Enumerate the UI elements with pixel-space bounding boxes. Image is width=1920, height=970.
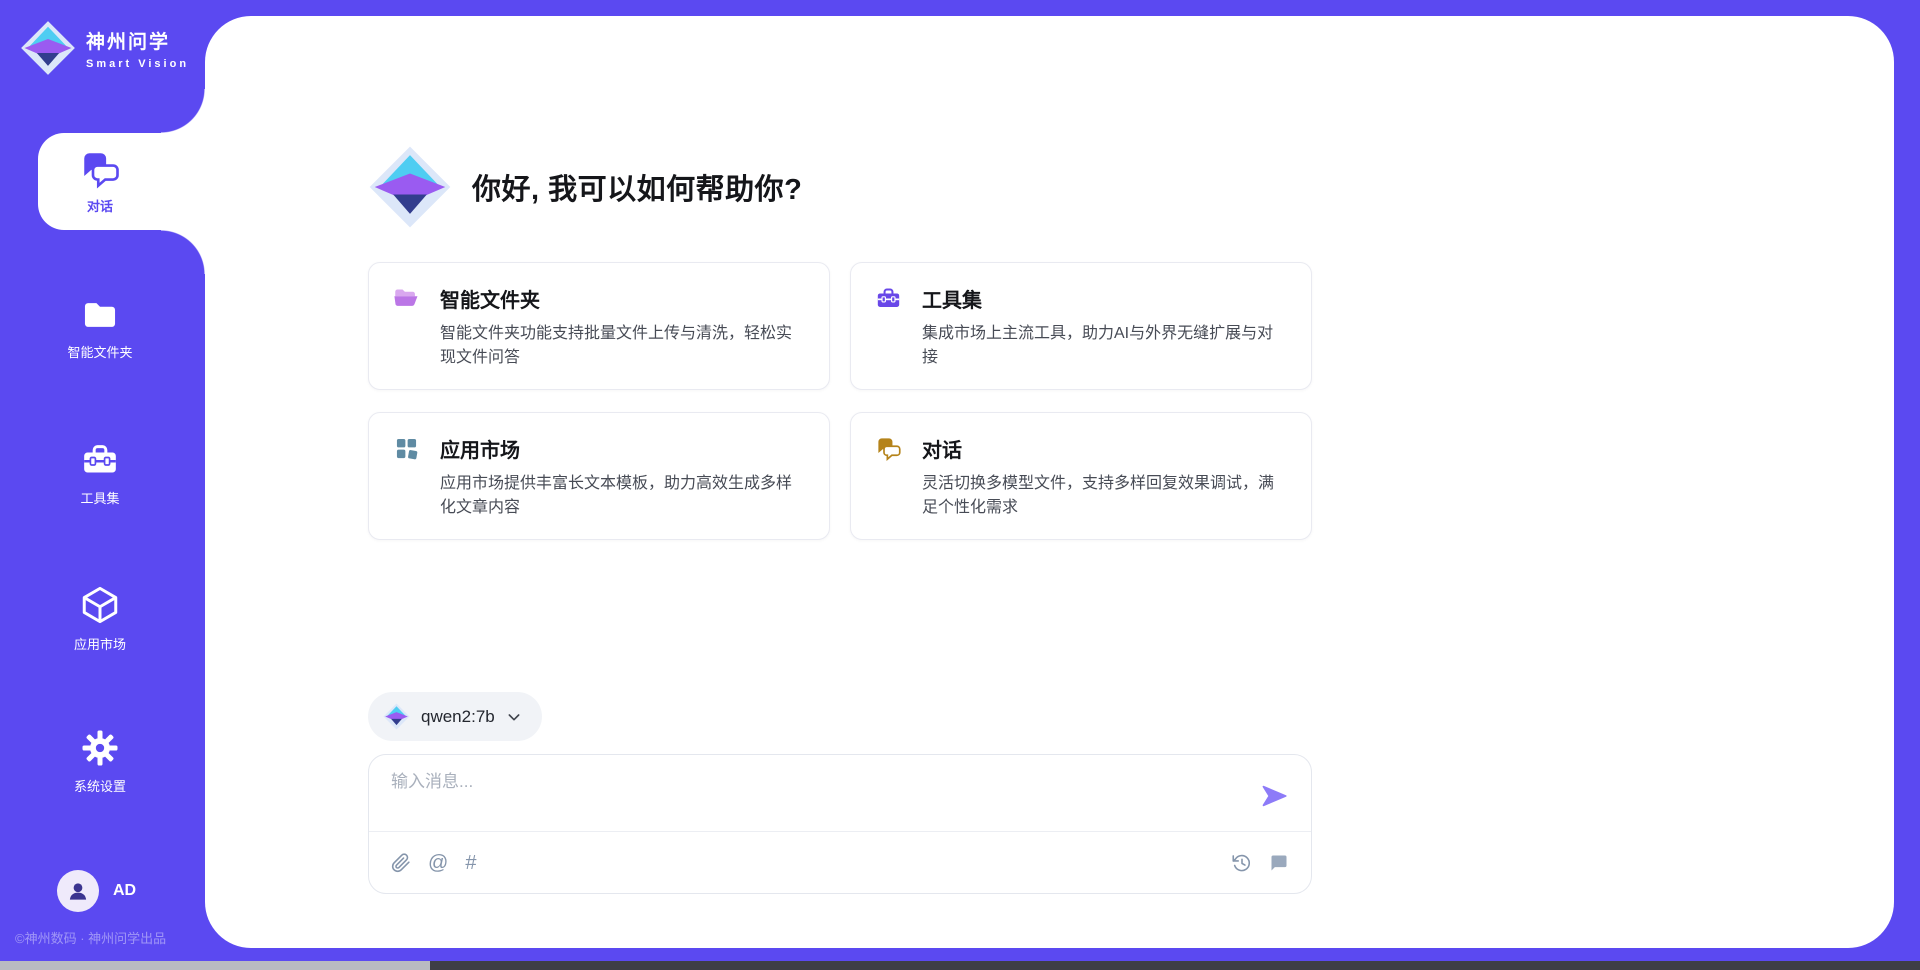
folder-open-icon (393, 285, 420, 312)
history-button[interactable] (1232, 853, 1252, 873)
send-button[interactable] (1259, 782, 1289, 812)
at-icon[interactable]: @ (428, 853, 448, 873)
paperclip-icon (391, 853, 411, 873)
brand-text: 神州问学 Smart Vision (86, 27, 189, 70)
sidebar: 神州问学 Smart Vision 对话 智能文件夹 (0, 0, 205, 970)
send-arrow-icon (1260, 782, 1288, 810)
card-head: 对话 (875, 434, 1287, 463)
folder-icon (80, 296, 120, 334)
composer-tools-left: @ # (391, 853, 476, 873)
history-icon (1232, 853, 1252, 873)
active-tab-fillet-bottom (161, 230, 205, 274)
feature-cards: 智能文件夹 智能文件夹功能支持批量文件上传与清洗，轻松实现文件问答 工具集 集成… (368, 262, 1312, 540)
message-input[interactable] (391, 772, 1211, 792)
card-head: 工具集 (875, 284, 1287, 313)
horizontal-scrollbar[interactable] (0, 961, 1920, 970)
sidebar-item-label: 智能文件夹 (67, 342, 132, 361)
sidebar-item-label: 应用市场 (74, 634, 126, 653)
card-title: 智能文件夹 (440, 284, 540, 313)
active-tab-fillet-top (161, 89, 205, 133)
brand-subtitle: Smart Vision (86, 58, 189, 70)
brand-logo-icon (20, 20, 76, 76)
card-title: 应用市场 (440, 434, 520, 463)
sidebar-item-chat[interactable]: 对话 (38, 133, 205, 230)
model-name: qwen2:7b (421, 707, 495, 727)
gem-diamond-icon (383, 703, 410, 730)
card-head: 智能文件夹 (393, 284, 805, 313)
card-description: 集成市场上主流工具，助力AI与外界无缝扩展与对接 (922, 322, 1287, 370)
greeting-text: 你好, 我可以如何帮助你? (472, 166, 802, 208)
person-icon (65, 878, 91, 904)
gear-icon (80, 728, 120, 768)
brand-name: 神州问学 (86, 27, 189, 54)
scrollbar-thumb[interactable] (0, 961, 430, 970)
chevron-down-icon (506, 709, 522, 725)
assistant-logo-icon (368, 145, 452, 229)
sidebar-item-label: 对话 (87, 196, 113, 215)
brand: 神州问学 Smart Vision (20, 20, 189, 76)
content-column: 你好, 我可以如何帮助你? 智能文件夹 智能文件夹功能支持批量文件上传与清洗，轻… (368, 0, 1312, 932)
feature-card-chat[interactable]: 对话 灵活切换多模型文件，支持多样回复效果调试，满足个性化需求 (850, 412, 1312, 540)
card-description: 应用市场提供丰富长文本模板，助力高效生成多样化文章内容 (440, 472, 805, 520)
sidebar-item-settings[interactable]: 系统设置 (35, 728, 165, 795)
chat-bubbles-icon (79, 148, 121, 190)
hash-icon[interactable]: # (465, 853, 476, 873)
briefcase-icon (80, 440, 120, 480)
sidebar-item-smart-folder[interactable]: 智能文件夹 (35, 296, 165, 361)
feedback-button[interactable] (1269, 853, 1289, 873)
sidebar-item-label: 系统设置 (74, 776, 126, 795)
app-window: 神州问学 Smart Vision 对话 智能文件夹 (0, 0, 1920, 970)
comment-icon (1269, 853, 1289, 873)
card-title: 工具集 (922, 284, 982, 313)
briefcase-icon (875, 285, 902, 312)
attach-button[interactable] (391, 853, 411, 873)
chat-bubbles-icon (875, 435, 902, 462)
composer-toolbar: @ # (391, 832, 1289, 894)
model-selector[interactable]: qwen2:7b (368, 692, 542, 741)
card-head: 应用市场 (393, 434, 805, 463)
feature-card-app-market[interactable]: 应用市场 应用市场提供丰富长文本模板，助力高效生成多样化文章内容 (368, 412, 830, 540)
feature-card-toolset[interactable]: 工具集 集成市场上主流工具，助力AI与外界无缝扩展与对接 (850, 262, 1312, 390)
greeting: 你好, 我可以如何帮助你? (368, 145, 802, 229)
card-title: 对话 (922, 434, 962, 463)
cube-icon (79, 584, 121, 626)
card-description: 灵活切换多模型文件，支持多样回复效果调试，满足个性化需求 (922, 472, 1287, 520)
avatar (57, 870, 99, 912)
grid-squares-icon (393, 435, 420, 462)
composer-tools-right (1232, 853, 1289, 873)
user-profile[interactable]: AD (57, 870, 136, 912)
sidebar-item-toolset[interactable]: 工具集 (35, 440, 165, 507)
copyright-text: ©神州数码 · 神州问学出品 (15, 928, 166, 947)
sidebar-item-app-market[interactable]: 应用市场 (35, 584, 165, 653)
card-description: 智能文件夹功能支持批量文件上传与清洗，轻松实现文件问答 (440, 322, 805, 370)
composer: @ # (368, 754, 1312, 894)
sidebar-item-label: 工具集 (80, 488, 119, 507)
user-initials: AD (113, 882, 136, 900)
feature-card-smart-folder[interactable]: 智能文件夹 智能文件夹功能支持批量文件上传与清洗，轻松实现文件问答 (368, 262, 830, 390)
